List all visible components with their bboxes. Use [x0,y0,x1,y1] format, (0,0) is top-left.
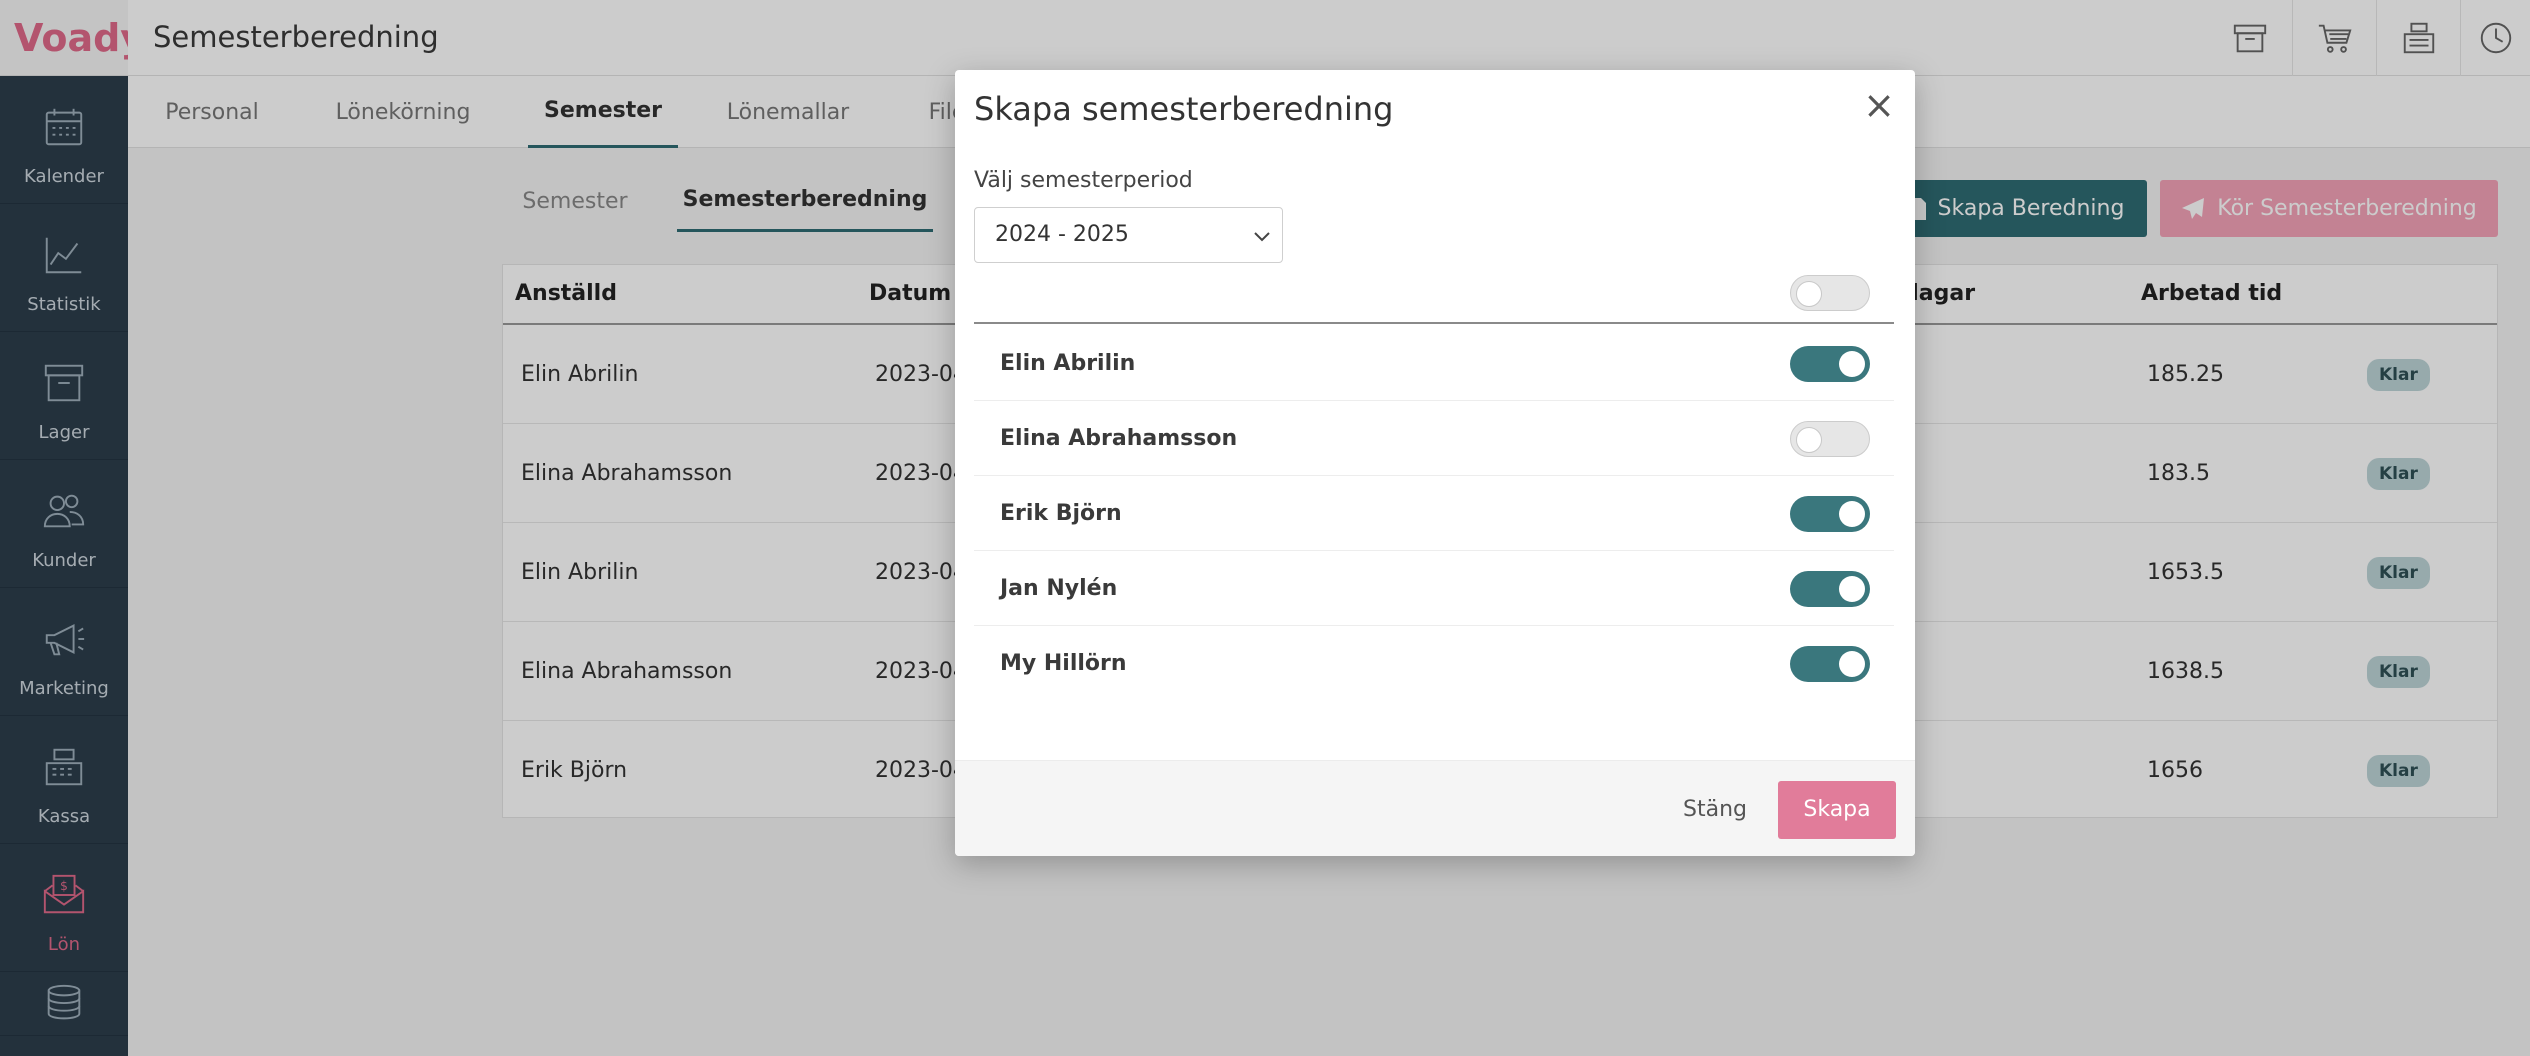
employee-name: Elin Abrilin [1000,351,1136,376]
employee-toggle[interactable] [1790,346,1870,382]
close-icon[interactable]: × [1863,86,1895,124]
chevron-down-icon [1254,232,1270,242]
period-select[interactable]: 2024 - 2025 [974,207,1283,263]
period-select-value: 2024 - 2025 [995,222,1129,247]
toggle-knob [1796,281,1822,307]
employee-row: Jan Nylén [974,551,1894,626]
create-button[interactable]: Skapa [1778,781,1896,839]
select-all-toggle[interactable] [1790,275,1870,311]
toggle-knob [1839,651,1865,677]
employee-row: Elina Abrahamsson [974,401,1894,476]
modal-title: Skapa semesterberedning [974,90,1394,128]
employee-toggle[interactable] [1790,496,1870,532]
toggle-knob [1839,351,1865,377]
period-label: Välj semesterperiod [974,168,1193,193]
employee-name: My Hillörn [1000,651,1127,676]
employee-name: Jan Nylén [1000,576,1118,601]
toggle-knob [1796,427,1822,453]
toggle-knob [1839,576,1865,602]
employee-toggle[interactable] [1790,421,1870,457]
select-all-row [974,270,1894,324]
employee-name: Erik Björn [1000,501,1122,526]
employee-row: Erik Björn [974,476,1894,551]
toggle-knob [1839,501,1865,527]
employee-row: My Hillörn [974,626,1894,701]
create-semesterberedning-modal: Skapa semesterberedning × Välj semesterp… [955,70,1915,856]
modal-footer: Stäng Skapa [955,760,1915,856]
close-button[interactable]: Stäng [1675,781,1755,839]
employee-toggle[interactable] [1790,646,1870,682]
employee-row: Elin Abrilin [974,326,1894,401]
employee-name: Elina Abrahamsson [1000,426,1238,451]
employee-toggle[interactable] [1790,571,1870,607]
